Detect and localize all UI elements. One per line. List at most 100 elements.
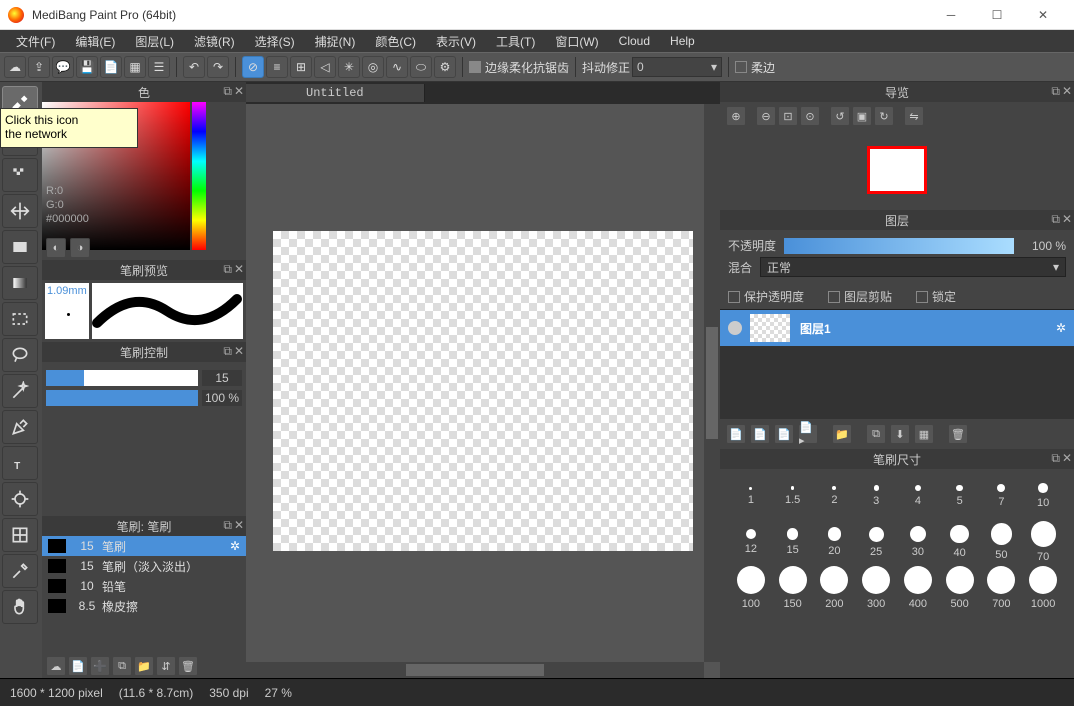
menu-file[interactable]: 文件(F) bbox=[6, 33, 65, 50]
menu-help[interactable]: Help bbox=[660, 34, 705, 48]
layer-row[interactable]: 图层1 ✲ bbox=[720, 310, 1074, 346]
fill-rect-tool[interactable] bbox=[2, 230, 38, 264]
brush-size-cell[interactable]: 100 bbox=[730, 565, 772, 611]
minimize-button[interactable]: ─ bbox=[928, 0, 974, 30]
close-icon[interactable]: ✕ bbox=[234, 344, 244, 359]
brush-item[interactable]: 15笔刷✲ bbox=[42, 536, 246, 556]
snap-perspective-icon[interactable]: ◁ bbox=[314, 56, 336, 78]
close-button[interactable]: ✕ bbox=[1020, 0, 1066, 30]
save-icon[interactable]: 💾 bbox=[76, 56, 98, 78]
brush-size-cell[interactable]: 300 bbox=[855, 565, 897, 611]
brush-size-cell[interactable]: 500 bbox=[939, 565, 981, 611]
duplicate-layer-icon[interactable]: ⧉ bbox=[866, 424, 886, 444]
snap-radial-icon[interactable]: ✳ bbox=[338, 56, 360, 78]
menu-window[interactable]: 窗口(W) bbox=[545, 33, 608, 50]
vertical-scrollbar[interactable] bbox=[704, 104, 720, 662]
comment-icon[interactable]: 💬 bbox=[52, 56, 74, 78]
detach-icon[interactable]: ⧉ bbox=[223, 518, 232, 533]
brush-size-cell[interactable]: 50 bbox=[981, 519, 1023, 565]
rotate-reset-icon[interactable]: ▣ bbox=[852, 106, 872, 126]
detach-icon[interactable]: ⧉ bbox=[223, 84, 232, 99]
antialias-checkbox[interactable]: 边缘柔化抗锯齿 bbox=[469, 59, 569, 76]
blend-mode-select[interactable]: 正常▾ bbox=[760, 257, 1066, 277]
close-icon[interactable]: ✕ bbox=[1062, 84, 1072, 99]
menu-tools[interactable]: 工具(T) bbox=[486, 33, 545, 50]
zoom-in-icon[interactable]: ⊕ bbox=[726, 106, 746, 126]
zoom-100-icon[interactable]: ⊙ bbox=[800, 106, 820, 126]
snap-ellipse-icon[interactable]: ⬭ bbox=[410, 56, 432, 78]
flip-icon[interactable]: ⇋ bbox=[904, 106, 924, 126]
operation-tool[interactable] bbox=[2, 482, 38, 516]
lasso-tool[interactable] bbox=[2, 338, 38, 372]
brush-size-cell[interactable]: 400 bbox=[897, 565, 939, 611]
brush-size-cell[interactable]: 30 bbox=[897, 519, 939, 565]
detach-icon[interactable]: ⧉ bbox=[1051, 451, 1060, 466]
canvas[interactable] bbox=[273, 231, 693, 551]
merge-down-icon[interactable]: ⬇ bbox=[890, 424, 910, 444]
brush-size-cell[interactable]: 200 bbox=[814, 565, 856, 611]
lock-checkbox[interactable]: 锁定 bbox=[916, 288, 956, 305]
duplicate-icon[interactable]: ⧉ bbox=[112, 656, 132, 676]
zoom-out-icon[interactable]: ⊖ bbox=[756, 106, 776, 126]
gradient-tool[interactable] bbox=[2, 266, 38, 300]
new-layer-icon[interactable]: 📄 bbox=[726, 424, 746, 444]
menu-snap[interactable]: 捕捉(N) bbox=[305, 33, 366, 50]
clipping-checkbox[interactable]: 图层剪贴 bbox=[828, 288, 892, 305]
pen-tool[interactable] bbox=[2, 410, 38, 444]
horizontal-scrollbar[interactable] bbox=[246, 662, 704, 678]
move-tool[interactable] bbox=[2, 194, 38, 228]
opacity-slider[interactable] bbox=[784, 238, 1014, 254]
delete-icon[interactable]: 🗑 bbox=[178, 656, 198, 676]
shake-correction-combo[interactable]: 0▾ bbox=[632, 57, 722, 77]
redo-icon[interactable]: ↷ bbox=[207, 56, 229, 78]
layer-visibility-icon[interactable] bbox=[728, 321, 742, 335]
gear-icon[interactable]: ✲ bbox=[230, 539, 240, 553]
add-brush-icon[interactable]: 📄 bbox=[68, 656, 88, 676]
brush-size-cell[interactable]: 12 bbox=[730, 519, 772, 565]
new-1bit-layer-icon[interactable]: 📄 bbox=[774, 424, 794, 444]
clear-layer-icon[interactable]: ▦ bbox=[914, 424, 934, 444]
close-icon[interactable]: ✕ bbox=[1062, 212, 1072, 227]
brush-size-cell[interactable]: 4 bbox=[897, 473, 939, 519]
brush-size-cell[interactable]: 2 bbox=[814, 473, 856, 519]
detach-icon[interactable]: ⧉ bbox=[1051, 212, 1060, 227]
menu-layer[interactable]: 图层(L) bbox=[125, 33, 184, 50]
snap-circle-icon[interactable]: ◎ bbox=[362, 56, 384, 78]
swatch-fg-icon[interactable]: ◐ bbox=[46, 238, 66, 258]
cloud-icon[interactable]: ☁ bbox=[4, 56, 26, 78]
lock-icon[interactable]: ⇵ bbox=[156, 656, 176, 676]
snap-curve-icon[interactable]: ∿ bbox=[386, 56, 408, 78]
doc-icon[interactable]: 📄 bbox=[100, 56, 122, 78]
detach-icon[interactable]: ⧉ bbox=[223, 344, 232, 359]
close-icon[interactable]: ✕ bbox=[1062, 451, 1072, 466]
protect-alpha-checkbox[interactable]: 保护透明度 bbox=[728, 288, 804, 305]
brush-size-cell[interactable]: 10 bbox=[1022, 473, 1064, 519]
rotate-ccw-icon[interactable]: ↺ bbox=[830, 106, 850, 126]
rotate-cw-icon[interactable]: ↻ bbox=[874, 106, 894, 126]
add-group-icon[interactable]: ➕ bbox=[90, 656, 110, 676]
new-folder-icon[interactable]: 📁 bbox=[832, 424, 852, 444]
brush-size-cell[interactable]: 150 bbox=[772, 565, 814, 611]
upload-icon[interactable]: ⇪ bbox=[28, 56, 50, 78]
zoom-fit-icon[interactable]: ⊡ bbox=[778, 106, 798, 126]
detach-icon[interactable]: ⧉ bbox=[223, 262, 232, 277]
brush-size-cell[interactable]: 70 bbox=[1022, 519, 1064, 565]
brush-size-cell[interactable]: 25 bbox=[855, 519, 897, 565]
close-icon[interactable]: ✕ bbox=[234, 262, 244, 277]
snap-parallel-icon[interactable]: ≡ bbox=[266, 56, 288, 78]
canvas-area[interactable] bbox=[246, 104, 720, 678]
brush-size-cell[interactable]: 40 bbox=[939, 519, 981, 565]
brush-item[interactable]: 8.5橡皮擦 bbox=[42, 596, 246, 616]
list-icon[interactable]: ☰ bbox=[148, 56, 170, 78]
delete-layer-icon[interactable]: 🗑 bbox=[948, 424, 968, 444]
divide-tool[interactable] bbox=[2, 518, 38, 552]
dot-tool[interactable] bbox=[2, 158, 38, 192]
cloud-download-icon[interactable]: ☁ bbox=[46, 656, 66, 676]
softedge-checkbox[interactable]: 柔边 bbox=[735, 59, 775, 76]
brush-size-cell[interactable]: 7 bbox=[981, 473, 1023, 519]
menu-edit[interactable]: 编辑(E) bbox=[65, 33, 125, 50]
text-tool[interactable]: T bbox=[2, 446, 38, 480]
brush-size-slider[interactable] bbox=[46, 370, 198, 386]
snap-settings-icon[interactable]: ⚙ bbox=[434, 56, 456, 78]
menu-view[interactable]: 表示(V) bbox=[426, 33, 486, 50]
